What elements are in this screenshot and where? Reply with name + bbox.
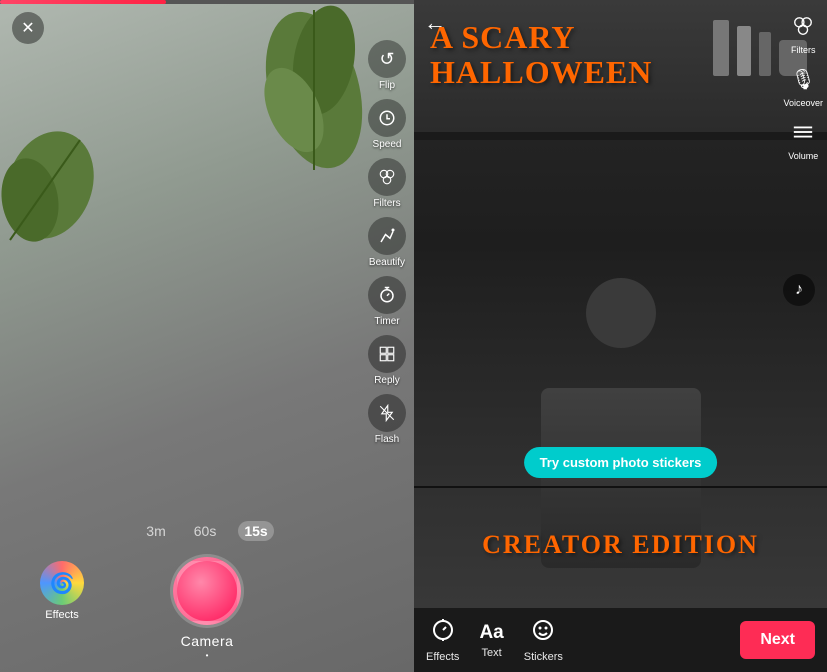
camera-toolbar: ↺ Flip Speed Filters (368, 40, 406, 445)
person-area (521, 308, 721, 568)
stickers-tool-icon (531, 618, 555, 648)
timer-button[interactable]: Timer (368, 276, 406, 327)
beautify-icon (368, 217, 406, 255)
text-tool-button[interactable]: Aa Text (479, 622, 503, 659)
voiceover-button[interactable]: 🎙 Voiceover (783, 61, 823, 108)
editor-bottom-toolbar: Effects Aa Text Stickers Next (414, 608, 827, 672)
timer-icon (368, 276, 406, 314)
back-button[interactable]: ← (424, 10, 446, 36)
video-section-divider (414, 486, 827, 488)
editor-filters-icon (785, 8, 821, 44)
creator-edition-text: CREATOR EDITION (430, 530, 811, 560)
capture-row: 🌀 Effects (0, 557, 414, 625)
camera-panel: ✕ ↺ Flip Speed Filters (0, 0, 414, 672)
reply-button[interactable]: Reply (368, 335, 406, 386)
shelf-line (414, 132, 827, 140)
filters-button-camera[interactable]: Filters (368, 158, 406, 209)
flash-button[interactable]: Flash (368, 394, 406, 445)
duration-selector: 3m 60s 15s (0, 521, 414, 541)
effects-tool-icon (431, 618, 455, 648)
flip-button[interactable]: ↺ Flip (368, 40, 406, 91)
duration-3m[interactable]: 3m (140, 521, 171, 541)
speed-button[interactable]: Speed (368, 99, 406, 150)
stickers-tool-button[interactable]: Stickers (524, 618, 563, 663)
leaf-decoration-right (254, 0, 374, 180)
editor-panel: A SCARY HALLOWEEN CREATOR EDITION ← (414, 0, 827, 672)
effects-tool-button[interactable]: Effects (426, 618, 459, 663)
next-button[interactable]: Next (740, 621, 815, 659)
effects-icon: 🌀 (40, 561, 84, 605)
beautify-button[interactable]: Beautify (368, 217, 406, 268)
volume-button[interactable]: Volume (785, 114, 821, 161)
reply-icon (368, 335, 406, 373)
text-tool-icon: Aa (479, 622, 503, 644)
camera-label: Camera (0, 633, 414, 649)
editor-filters-button[interactable]: Filters (785, 8, 821, 55)
video-area: A SCARY HALLOWEEN CREATOR EDITION ← (414, 0, 827, 608)
music-note-button[interactable]: ♪ (783, 274, 815, 306)
camera-indicator-dot: • (0, 651, 414, 660)
close-button[interactable]: ✕ (12, 12, 44, 44)
shelf-book-1 (713, 20, 729, 76)
custom-sticker-banner[interactable]: Try custom photo stickers (524, 447, 718, 478)
recording-progress-bar (0, 0, 414, 4)
shelf-book-3 (759, 32, 771, 76)
shelf-book-2 (737, 26, 751, 76)
halloween-title: A SCARY HALLOWEEN (430, 20, 652, 90)
filters-icon-camera (368, 158, 406, 196)
duration-15s[interactable]: 15s (238, 521, 273, 541)
flash-icon (368, 394, 406, 432)
effects-button[interactable]: 🌀 Effects (40, 561, 84, 621)
volume-icon (785, 114, 821, 150)
speed-icon (368, 99, 406, 137)
editor-tools-row: Effects Aa Text Stickers (426, 618, 563, 663)
person-head (586, 278, 656, 348)
duration-60s[interactable]: 60s (188, 521, 223, 541)
camera-bottom-controls: 3m 60s 15s 🌀 Effects Camera • (0, 521, 414, 672)
video-frame: A SCARY HALLOWEEN CREATOR EDITION ← (414, 0, 827, 608)
editor-sidebar: Filters 🎙 Voiceover Volume (783, 8, 823, 161)
recording-progress-fill (0, 0, 166, 4)
voiceover-icon: 🎙 (785, 61, 821, 97)
record-button[interactable] (173, 557, 241, 625)
flip-icon: ↺ (368, 40, 406, 78)
leaf-decoration-left (0, 120, 100, 250)
